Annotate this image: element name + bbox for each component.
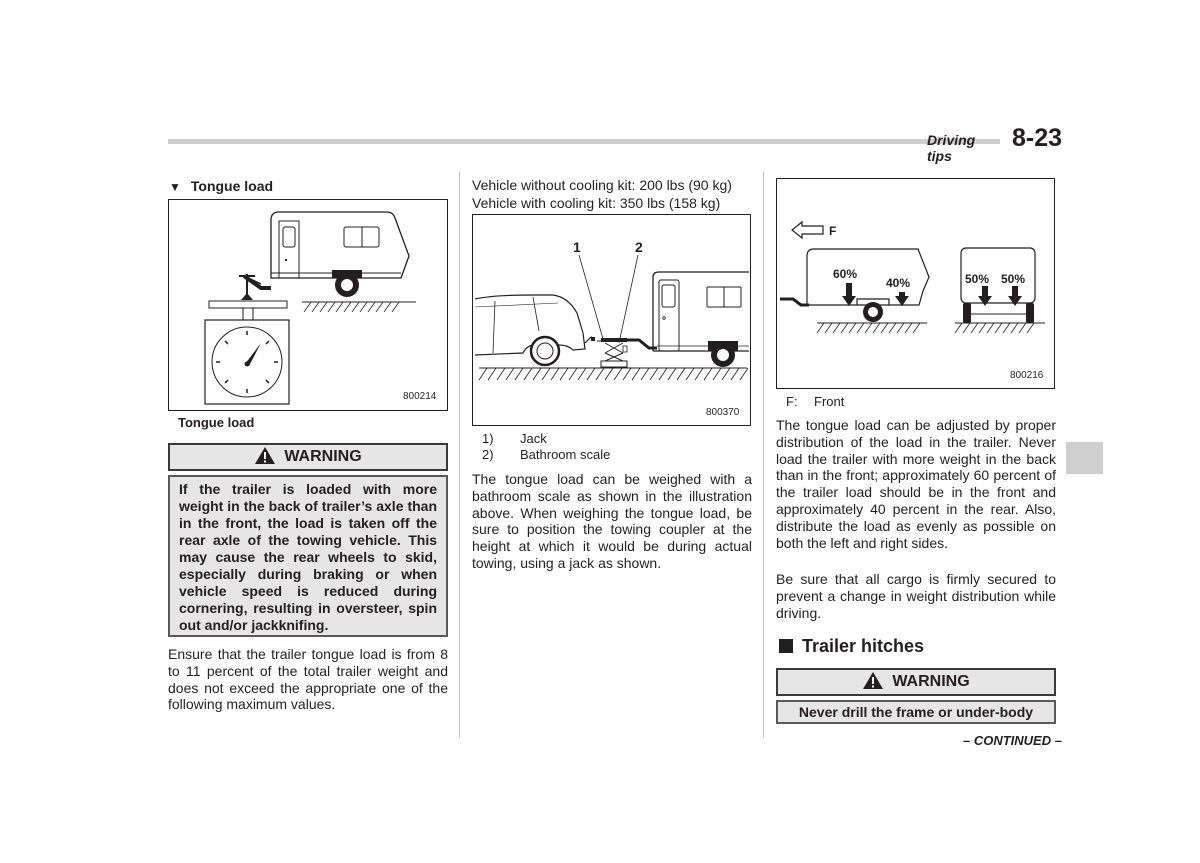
figure-code: 800216 [1010, 370, 1044, 381]
callout-1: 1 [573, 239, 581, 255]
figure-caption: Tongue load [178, 415, 255, 430]
ground-hatch-line [721, 367, 731, 381]
ground-hatch-line [712, 367, 722, 381]
ground-hatch-line [496, 367, 506, 381]
ground-hatch-line [559, 367, 569, 381]
header-section-title: Driving tips [927, 132, 976, 164]
section-title-trailer-hitches: Trailer hitches [779, 636, 924, 657]
ground-hatch-line [703, 367, 713, 381]
cargo-secure-paragraph: Be sure that all cargo is firmly secured… [776, 571, 1056, 621]
legend-label: Front [814, 394, 845, 409]
subheading-tongue-load: ▼ Tongue load [169, 178, 273, 194]
warning-title: WARNING [892, 673, 970, 690]
legend-label: Bathroom scale [520, 447, 611, 462]
ground-hatch-line [487, 367, 497, 381]
triangle-down-icon: ▼ [169, 180, 181, 194]
load-distribution-paragraph: The tongue load can be adjusted by prope… [776, 417, 1056, 551]
ground-hatch-line [631, 367, 641, 381]
ground-hatch-line [595, 367, 605, 381]
warning-body: Never drill the frame or under-body [776, 700, 1056, 724]
trailer-on-scale-illustration [204, 211, 416, 405]
ground-hatch-line [613, 367, 623, 381]
figure-legend: F: Front [786, 394, 844, 410]
rear-percent-label: 40% [886, 276, 910, 290]
ground-hatch-line [478, 367, 488, 381]
square-bullet-icon [779, 639, 793, 653]
column-divider [459, 172, 460, 738]
warning-title: WARNING [284, 448, 362, 465]
limit-with-cooling-kit: Vehicle with cooling kit: 350 lbs (158 k… [472, 195, 721, 211]
legend-key: F: [786, 394, 798, 409]
warning-header: WARNING [168, 443, 448, 471]
ground-hatch-line [694, 367, 704, 381]
figure-tongue-load-scale: 800214 [168, 199, 448, 411]
warning-triangle-icon [863, 672, 884, 689]
figure-load-distribution: F 60% 40% 50% 50% 800216 [776, 178, 1055, 389]
continued-marker: – CONTINUED – [963, 733, 1062, 748]
ground-hatch-line [586, 367, 596, 381]
warning-header: WARNING [776, 668, 1056, 696]
limit-without-cooling-kit: Vehicle without cooling kit: 200 lbs (90… [472, 177, 732, 193]
ground-hatch-line [532, 367, 542, 381]
figure-code: 800370 [706, 407, 740, 418]
ground-hatch-line [568, 367, 578, 381]
ground-hatch-line [649, 367, 659, 381]
ground-hatch-line [505, 367, 515, 381]
right-percent-label: 50% [1001, 272, 1025, 286]
section-title-text: Trailer hitches [802, 636, 925, 656]
car-trailer-jack-illustration: 1 2 [474, 239, 749, 381]
callout-2: 2 [635, 239, 643, 255]
warning-triangle-icon [255, 447, 276, 464]
ground-hatch-line [640, 367, 650, 381]
weighing-paragraph: The tongue load can be weighed with a ba… [472, 471, 752, 571]
ground-hatch-line [685, 367, 695, 381]
left-percent-label: 50% [965, 272, 989, 286]
ground-hatch-line [541, 367, 551, 381]
ground-hatch-line [604, 367, 614, 381]
ground-hatch-line [667, 367, 677, 381]
column-divider [763, 172, 764, 738]
header-rule [168, 139, 1000, 144]
legend-item: 1) Jack [482, 431, 610, 447]
figure-code: 800214 [403, 391, 437, 402]
front-label: F [829, 224, 836, 238]
legend-number: 1) [482, 431, 494, 446]
page-number: 8-23 [1012, 124, 1063, 152]
warning-body: If the trailer is loaded with more weigh… [168, 475, 448, 637]
ground-hatch-line [577, 367, 587, 381]
ground-hatch-line [514, 367, 524, 381]
front-percent-label: 60% [833, 267, 857, 281]
legend-number: 2) [482, 447, 494, 462]
ground-hatch-line [658, 367, 668, 381]
ground-hatch-line [730, 367, 740, 381]
subheading-text: Tongue load [190, 178, 274, 194]
legend-item: 2) Bathroom scale [482, 447, 610, 463]
ground-hatch-line [523, 367, 533, 381]
ground-hatch-line [622, 367, 632, 381]
legend-label: Jack [520, 431, 547, 446]
ground-hatch-line [676, 367, 686, 381]
figure-jack-and-scale: 1 2 800370 [472, 214, 751, 426]
ground-hatch-line [550, 367, 560, 381]
tongue-load-paragraph: Ensure that the trailer tongue load is f… [168, 646, 448, 713]
load-distribution-illustration: F 60% 40% 50% 50% [780, 220, 1045, 334]
chapter-thumb-tab [1066, 442, 1103, 474]
ground-hatch-line [739, 367, 749, 381]
figure-legend: 1) Jack 2) Bathroom scale [482, 431, 610, 463]
